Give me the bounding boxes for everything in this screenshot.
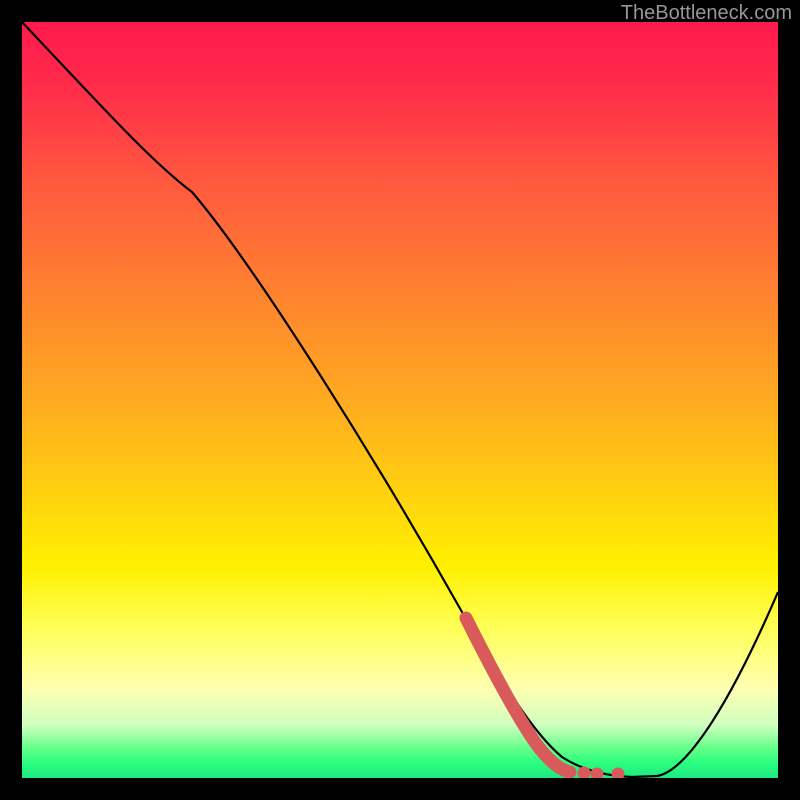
chart-container: TheBottleneck.com (0, 0, 800, 800)
attribution-label: TheBottleneck.com (621, 2, 792, 25)
plot-gradient-background (22, 22, 778, 778)
